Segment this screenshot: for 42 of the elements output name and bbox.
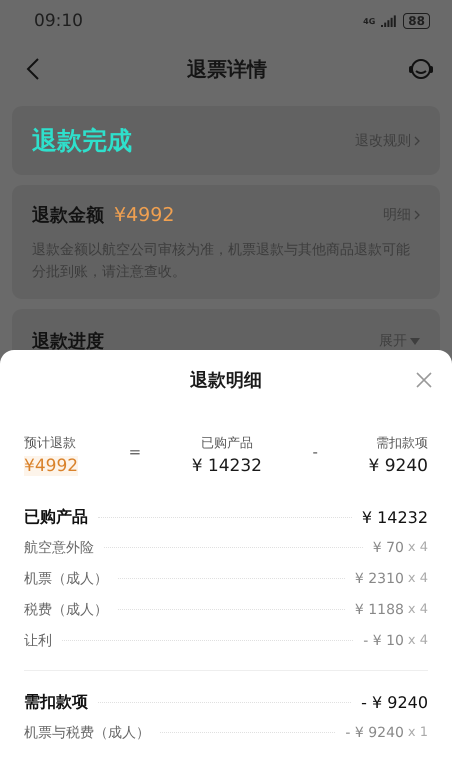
section-total: ¥ 14232 <box>362 508 428 526</box>
item-name: 机票与税费（成人） <box>24 724 150 742</box>
chevron-right-icon <box>414 210 420 220</box>
support-button[interactable] <box>408 56 434 82</box>
progress-label: 退款进度 <box>32 330 104 353</box>
caret-down-icon <box>410 338 420 344</box>
item-quantity: x 4 <box>408 633 428 648</box>
network-label: 4G <box>363 16 376 26</box>
item-quantity: x 4 <box>408 540 428 555</box>
close-button[interactable] <box>414 370 434 390</box>
item-quantity: x 4 <box>408 571 428 586</box>
item-quantity: x 4 <box>408 602 428 617</box>
operator: - <box>312 443 318 461</box>
term-label: 已购产品 <box>200 435 253 452</box>
clock: 09:10 <box>34 11 83 31</box>
term-value: ¥ 14232 <box>192 456 262 476</box>
section-title: 已购产品 <box>24 506 88 528</box>
item-amount: ¥ 70 <box>372 540 404 556</box>
signal-icon <box>381 15 398 27</box>
item-name: 机票（成人） <box>24 570 108 588</box>
refund-amount: ¥4992 <box>114 204 174 226</box>
operator: = <box>128 443 142 461</box>
item-quantity: x 1 <box>408 725 428 740</box>
term-label: 需扣款项 <box>376 435 428 452</box>
section-title: 需扣款项 <box>24 692 88 712</box>
item-amount: - ¥ 10 <box>363 632 404 648</box>
term-label: 预计退款 <box>24 435 76 452</box>
sheet-title: 退款明细 <box>190 369 262 392</box>
battery-indicator: 88 <box>403 13 430 29</box>
item-amount: ¥ 1188 <box>354 602 404 618</box>
term-value: ¥4992 <box>24 456 78 476</box>
chevron-right-icon <box>414 136 420 146</box>
item-name: 税费（成人） <box>24 600 108 618</box>
refund-status: 退款完成 <box>32 125 132 157</box>
item-amount: ¥ 2310 <box>354 570 404 586</box>
item-name: 让利 <box>24 632 52 650</box>
page-title: 退票详情 <box>187 56 267 82</box>
section-total: - ¥ 9240 <box>361 692 428 712</box>
item-name: 航空意外险 <box>24 538 94 556</box>
term-value: ¥ 9240 <box>368 456 428 476</box>
amount-label: 退款金额 <box>32 205 104 226</box>
item-amount: - ¥ 9240 <box>345 724 404 740</box>
